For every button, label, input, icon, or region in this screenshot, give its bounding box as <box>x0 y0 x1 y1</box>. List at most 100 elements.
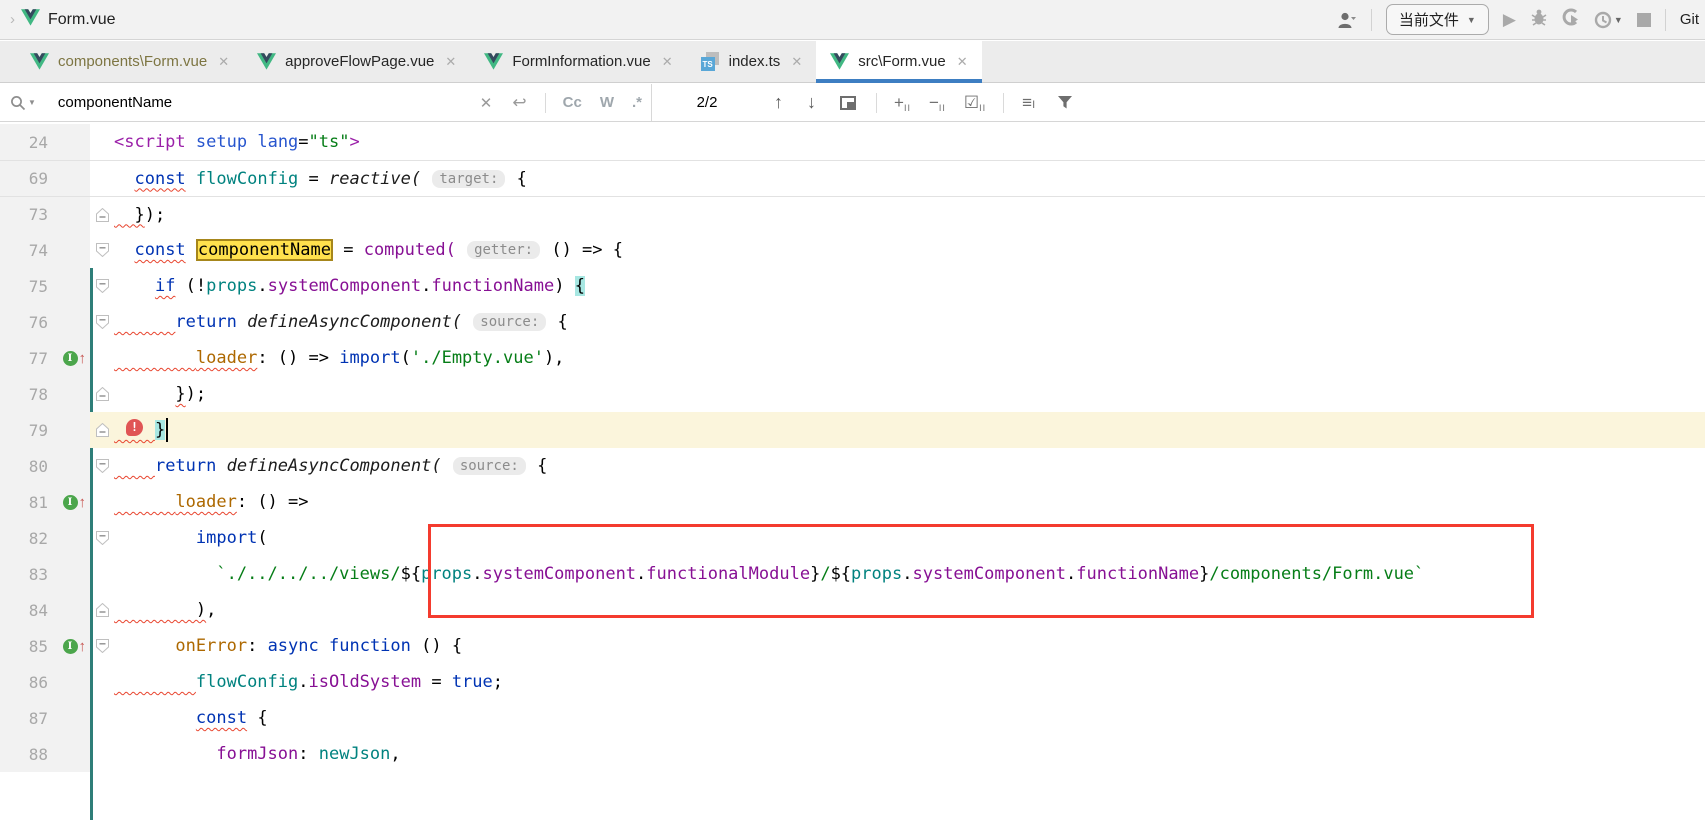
run-button[interactable]: ▶ <box>1503 10 1516 30</box>
implementation-gutter-icon[interactable]: I <box>63 495 78 510</box>
next-occurrence-button[interactable]: ↓ <box>807 92 816 113</box>
code-token <box>462 312 472 332</box>
line-number[interactable]: 75 <box>0 268 48 304</box>
title-bar-actions: 当前文件 ▼ ▶ <box>1337 4 1705 35</box>
code-text[interactable]: ), <box>114 592 1705 628</box>
code-token <box>114 672 196 692</box>
search-input[interactable]: ▼ componentName ✕ ↩ CcW.* <box>0 84 652 121</box>
editor-tab[interactable]: src\Form.vue✕ <box>816 41 981 82</box>
code-text[interactable]: }! <box>114 412 1705 448</box>
fold-marker[interactable] <box>90 412 114 448</box>
code-token: : <box>298 744 318 764</box>
code-token: ); <box>145 205 165 225</box>
line-number[interactable]: 85 <box>0 628 48 664</box>
code-text[interactable]: <script setup lang="ts"> <box>114 124 1705 160</box>
code-line: 88 formJson: newJson, <box>0 736 1705 772</box>
debug-button[interactable] <box>1530 8 1548 31</box>
run-configuration-dropdown[interactable]: 当前文件 ▼ <box>1386 4 1489 35</box>
code-token: props <box>421 564 472 584</box>
line-number[interactable]: 88 <box>0 736 48 772</box>
line-number[interactable]: 81 <box>0 484 48 520</box>
tab-close-icon[interactable]: ✕ <box>218 54 229 70</box>
select-all-occurrences-button[interactable]: ☑II <box>964 93 986 113</box>
stop-button[interactable] <box>1637 13 1651 27</box>
line-number[interactable]: 86 <box>0 664 48 700</box>
code-text[interactable]: `./../../../views/${props.systemComponen… <box>114 556 1705 592</box>
line-number[interactable]: 78 <box>0 376 48 412</box>
fold-marker[interactable] <box>90 592 114 628</box>
line-number[interactable]: 74 <box>0 232 48 268</box>
profiler-button[interactable]: ▼ <box>1594 11 1623 29</box>
line-number[interactable]: 79 <box>0 412 48 448</box>
fold-marker[interactable] <box>90 268 114 304</box>
new-line-icon[interactable]: ↩ <box>512 93 526 113</box>
tab-close-icon[interactable]: ✕ <box>662 54 673 70</box>
add-occurrence-button[interactable]: +II <box>894 93 911 113</box>
code-text[interactable]: }); <box>114 197 1705 232</box>
whole-words-toggle[interactable]: W <box>600 94 614 111</box>
fold-marker[interactable] <box>90 520 114 556</box>
line-number[interactable]: 87 <box>0 700 48 736</box>
code-text[interactable]: import( <box>114 520 1705 556</box>
fold-marker[interactable] <box>90 197 114 232</box>
code-text[interactable]: return defineAsyncComponent( source: { <box>114 448 1705 484</box>
editor-tab[interactable]: TSindex.ts✕ <box>687 41 817 82</box>
divider <box>1371 9 1372 31</box>
multiline-search-button[interactable]: ≡I <box>1022 93 1035 113</box>
code-text[interactable]: loader: () => import('./Empty.vue'), <box>114 340 1705 376</box>
line-number[interactable]: 76 <box>0 304 48 340</box>
code-text[interactable]: const { <box>114 700 1705 736</box>
line-number[interactable]: 80 <box>0 448 48 484</box>
regex-toggle[interactable]: .* <box>632 94 642 111</box>
tab-close-icon[interactable]: ✕ <box>957 54 968 70</box>
git-menu[interactable]: Git <box>1680 11 1699 28</box>
error-gutter-icon[interactable]: ! <box>126 419 143 436</box>
fold-marker[interactable] <box>90 628 114 664</box>
line-number[interactable]: 24 <box>0 124 48 160</box>
tab-close-icon[interactable]: ✕ <box>791 54 802 70</box>
line-number[interactable]: 83 <box>0 556 48 592</box>
filter-button[interactable] <box>1057 95 1073 110</box>
fold-marker[interactable] <box>90 232 114 268</box>
clear-search-icon[interactable]: ✕ <box>480 94 493 112</box>
code-text[interactable]: const flowConfig = reactive( target: { <box>114 161 1705 196</box>
code-text[interactable]: return defineAsyncComponent( source: { <box>114 304 1705 340</box>
code-text[interactable]: }); <box>114 376 1705 412</box>
line-number[interactable]: 73 <box>0 197 48 232</box>
breadcrumb-file-name[interactable]: Form.vue <box>48 11 116 29</box>
code-text[interactable]: const componentName = computed( getter: … <box>114 232 1705 268</box>
fold-marker[interactable] <box>90 448 114 484</box>
code-token: , <box>206 600 216 620</box>
code-line: 73 }); <box>0 196 1705 232</box>
line-number[interactable]: 84 <box>0 592 48 628</box>
line-number[interactable]: 82 <box>0 520 48 556</box>
match-case-toggle[interactable]: Cc <box>563 94 582 111</box>
tab-close-icon[interactable]: ✕ <box>445 54 456 70</box>
vue-icon <box>257 53 276 70</box>
divider <box>545 93 546 113</box>
search-icon[interactable]: ▼ <box>10 95 36 111</box>
code-text[interactable]: onError: async function () { <box>114 628 1705 664</box>
editor-tab[interactable]: components\Form.vue✕ <box>16 41 243 82</box>
code-token: lang <box>257 132 298 152</box>
code-text[interactable]: loader: () => <box>114 484 1705 520</box>
run-with-coverage-button[interactable] <box>1562 8 1580 31</box>
editor-tab[interactable]: FormInformation.vue✕ <box>470 41 686 82</box>
fold-marker <box>90 124 114 160</box>
remove-occurrence-button[interactable]: −II <box>929 93 946 113</box>
fold-marker[interactable] <box>90 304 114 340</box>
implementation-gutter-icon[interactable]: I <box>63 351 78 366</box>
code-editor[interactable]: 6 5 24<script setup lang="ts">69 const f… <box>0 122 1705 820</box>
user-account-button[interactable] <box>1337 11 1357 29</box>
search-in-selection-button[interactable] <box>840 96 856 110</box>
editor-tab[interactable]: approveFlowPage.vue✕ <box>243 41 470 82</box>
line-number[interactable]: 69 <box>0 161 48 196</box>
code-text[interactable]: if (!props.systemComponent.functionName)… <box>114 268 1705 304</box>
code-text[interactable]: formJson: newJson, <box>114 736 1705 772</box>
code-text[interactable]: flowConfig.isOldSystem = true; <box>114 664 1705 700</box>
implementation-gutter-icon[interactable]: I <box>63 639 78 654</box>
previous-occurrence-button[interactable]: ↑ <box>774 92 783 113</box>
fold-marker[interactable] <box>90 376 114 412</box>
code-line: 87 const { <box>0 700 1705 736</box>
line-number[interactable]: 77 <box>0 340 48 376</box>
